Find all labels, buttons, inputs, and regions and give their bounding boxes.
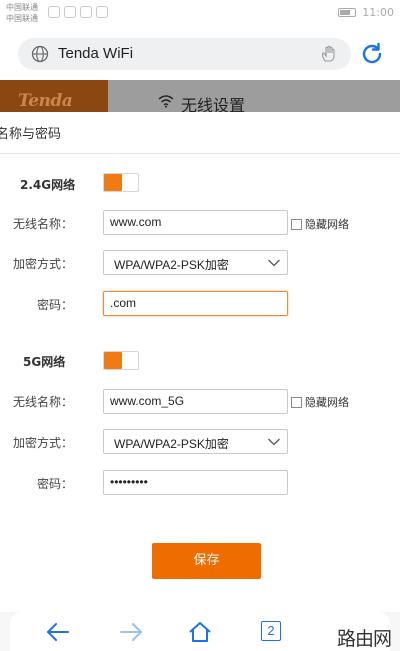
security-24g-value: WPA/WPA2-PSK加密 — [114, 258, 229, 272]
carrier-label-2: 中国联通 — [6, 14, 38, 23]
tenda-logo-text: Tenda — [18, 91, 73, 111]
password-5g-label: 密码： — [36, 477, 73, 491]
forward-arrow-icon[interactable] — [117, 620, 145, 644]
chevron-down-icon — [268, 438, 280, 446]
wifi-settings-panel: 名称与密码 2.4G网络 无线名称： www.com 隐藏网络 加密方式： WP… — [0, 112, 400, 612]
security-5g-label: 加密方式： — [12, 436, 73, 450]
hand-icon[interactable] — [319, 44, 339, 64]
status-right: 11:00 — [338, 6, 394, 19]
notification-icon — [64, 6, 76, 18]
notification-icons — [48, 6, 108, 18]
ssid-5g-label: 无线名称： — [12, 395, 73, 409]
tab-count: 2 — [261, 621, 281, 641]
security-5g-select[interactable]: WPA/WPA2-PSK加密 — [103, 429, 288, 454]
carrier-label-1: 中国联通 — [6, 3, 38, 12]
band-24g-toggle[interactable] — [103, 173, 139, 192]
refresh-icon[interactable] — [358, 40, 386, 68]
toggle-on-indicator — [104, 352, 122, 369]
browser-address-bar: Tenda WiFi — [0, 28, 400, 80]
wifi-icon — [158, 95, 174, 108]
divider — [0, 153, 400, 154]
ssid-5g-input[interactable]: www.com_5G — [103, 389, 288, 414]
tenda-logo: Tenda — [0, 80, 108, 116]
url-text: Tenda WiFi — [58, 45, 134, 62]
router-header: Tenda 无线设置 — [0, 80, 400, 116]
globe-icon — [31, 45, 49, 63]
band-5g-label: 5G网络 — [23, 355, 66, 369]
hide-24g-label: 隐藏网络 — [305, 218, 349, 231]
security-24g-select[interactable]: WPA/WPA2-PSK加密 — [103, 250, 288, 275]
ssid-24g-input[interactable]: www.com — [103, 210, 288, 235]
ssid-24g-label: 无线名称： — [12, 217, 73, 231]
band-5g-toggle[interactable] — [103, 351, 139, 370]
security-5g-value: WPA/WPA2-PSK加密 — [114, 437, 229, 451]
notification-icon — [48, 6, 60, 18]
hide-24g-checkbox[interactable] — [291, 218, 302, 230]
hide-5g-label: 隐藏网络 — [305, 396, 349, 409]
nav-card: 2 — [10, 612, 390, 651]
band-24g-label: 2.4G网络 — [20, 178, 76, 192]
password-24g-input[interactable]: .com — [103, 291, 288, 316]
watermark: 路由网 — [337, 628, 392, 650]
clock: 11:00 — [362, 6, 394, 19]
home-icon[interactable] — [186, 620, 214, 644]
battery-icon — [338, 8, 357, 17]
notification-icon — [80, 6, 92, 18]
chevron-down-icon — [268, 259, 280, 267]
tabs-button[interactable]: 2 — [258, 620, 286, 644]
hide-24g-checkbox-group[interactable]: 隐藏网络 — [291, 216, 349, 232]
password-24g-label: 密码： — [36, 298, 73, 312]
toggle-on-indicator — [104, 174, 122, 191]
notification-icon — [96, 6, 108, 18]
url-field[interactable]: Tenda WiFi — [18, 38, 351, 70]
hide-5g-checkbox[interactable] — [291, 396, 302, 408]
hide-5g-checkbox-group[interactable]: 隐藏网络 — [291, 394, 349, 410]
status-bar: 中国联通 中国联通 11:00 — [0, 0, 400, 28]
save-button[interactable]: 保存 — [152, 543, 261, 579]
panel-title: 名称与密码 — [0, 127, 62, 142]
security-24g-label: 加密方式： — [12, 257, 73, 271]
back-arrow-icon[interactable] — [44, 620, 72, 644]
password-5g-input[interactable]: ••••••••• — [103, 470, 288, 495]
